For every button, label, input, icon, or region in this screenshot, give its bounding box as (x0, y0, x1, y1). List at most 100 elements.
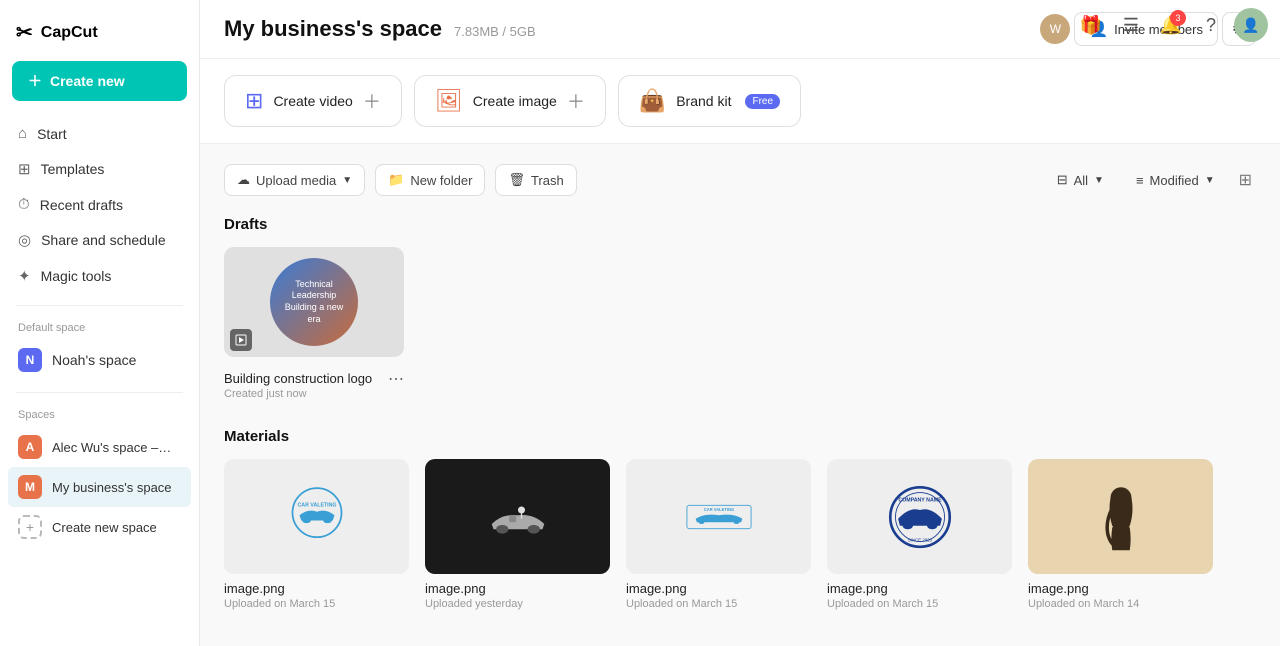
draft-options-button[interactable]: ⋯ (388, 369, 404, 389)
sidebar-item-my-business-space[interactable]: M My business's space (8, 467, 191, 507)
filter-actions-left: ☁ Upload media ▼ 📁 New folder 🗑 Trash (224, 164, 577, 196)
default-space-label: Default space (0, 318, 199, 340)
draft-type-badge (230, 329, 252, 351)
sidebar-item-recent-drafts-label: Recent drafts (40, 197, 123, 213)
brand-kit-card[interactable]: 👜 Brand kit Free (618, 75, 801, 127)
materials-title: Materials (224, 428, 1256, 445)
sidebar-item-magic-label: Magic tools (41, 268, 112, 284)
material-name-5: image.png (1028, 581, 1213, 596)
notification-area: 🔔 3 (1154, 8, 1188, 42)
content-area: ☁ Upload media ▼ 📁 New folder 🗑 Trash ⊟ … (200, 144, 1280, 646)
sidebar-divider-2 (16, 392, 183, 393)
alecs-space-label: Alec Wu's space – w... (52, 440, 172, 455)
all-chevron: ▼ (1094, 175, 1104, 186)
storage-info: 7.83MB / 5GB (454, 24, 536, 39)
material-date-4: Uploaded on March 15 (827, 598, 1012, 610)
material-card-2[interactable]: image.png Uploaded yesterday (425, 459, 610, 610)
trash-button[interactable]: 🗑 Trash (495, 164, 576, 196)
noahs-space-badge: N (18, 348, 42, 372)
free-badge: Free (745, 94, 780, 109)
material-name-3: image.png (626, 581, 811, 596)
draft-name: Building construction logo (224, 371, 372, 386)
sidebar-item-templates[interactable]: ⊞ Templates (8, 152, 191, 186)
badge-svg: COMPANY NAME SINCE 2020 (885, 482, 955, 552)
menu-button[interactable]: ☰ (1114, 8, 1148, 42)
material-card-4[interactable]: COMPANY NAME SINCE 2020 image.png Upload… (827, 459, 1012, 610)
draft-card-text: Building construction logo Created just … (224, 364, 372, 400)
material-date-1: Uploaded on March 15 (224, 598, 409, 610)
all-filter-button[interactable]: ⊟ All ▼ (1045, 165, 1116, 195)
sidebar-item-share-schedule[interactable]: ◎ Share and schedule (8, 223, 191, 257)
filter-bar: ☁ Upload media ▼ 📁 New folder 🗑 Trash ⊟ … (224, 164, 1256, 196)
sidebar-item-noahs-space[interactable]: N Noah's space (8, 340, 191, 380)
create-new-button[interactable]: ＋ Create new (12, 61, 187, 101)
upload-chevron: ▼ (342, 175, 352, 186)
create-video-card[interactable]: ⊞ Create video ＋ (224, 75, 402, 127)
share-icon: ◎ (18, 231, 31, 249)
svg-text:CAR VALETING: CAR VALETING (297, 502, 336, 508)
recent-drafts-icon: ⏱ (18, 196, 30, 213)
sort-icon: ≡ (1136, 173, 1144, 188)
material-name-2: image.png (425, 581, 610, 596)
app-name: CapCut (41, 24, 98, 42)
spaces-label: Spaces (0, 405, 199, 427)
create-space-plus-icon: + (18, 515, 42, 539)
gift-button[interactable]: 🎁 (1074, 8, 1108, 42)
svg-text:COMPANY NAME: COMPANY NAME (898, 497, 942, 503)
grid-view-button[interactable]: ⊞ (1235, 166, 1256, 194)
user-avatar[interactable]: 👤 (1234, 8, 1268, 42)
help-button[interactable]: ? (1194, 8, 1228, 42)
logo-icon: ✂ (16, 20, 33, 45)
sidebar: ✂ CapCut ＋ Create new ⌂ Start ⊞ Template… (0, 0, 200, 646)
car-valeting-text-svg: CAR VALETING (684, 482, 754, 552)
draft-date: Created just now (224, 388, 372, 400)
create-image-card[interactable]: 🖼 Create image ＋ (414, 75, 606, 127)
material-card-1[interactable]: CAR VALETING image.png Uploaded on March… (224, 459, 409, 610)
sidebar-nav: ⌂ Start ⊞ Templates ⏱ Recent drafts ◎ Sh… (0, 117, 199, 293)
sidebar-item-alecs-space[interactable]: A Alec Wu's space – w... (8, 427, 191, 467)
material-thumb-5 (1028, 459, 1213, 574)
trash-icon: 🗑 (508, 172, 525, 188)
modified-chevron: ▼ (1205, 175, 1215, 186)
create-image-plus: ＋ (567, 88, 585, 114)
material-card-5[interactable]: image.png Uploaded on March 14 (1028, 459, 1213, 610)
filter-icon: ⊟ (1057, 172, 1068, 188)
app-logo: ✂ CapCut (0, 12, 199, 61)
sidebar-item-share-label: Share and schedule (41, 232, 166, 248)
new-folder-label: New folder (410, 173, 472, 188)
magic-icon: ✦ (18, 267, 31, 285)
draft-thumbnail: TechnicalLeadershipBuilding a newera ⋯ (224, 247, 404, 357)
start-icon: ⌂ (18, 125, 27, 142)
create-video-plus: ＋ (363, 88, 381, 114)
filter-actions-right: ⊟ All ▼ ≡ Modified ▼ ⊞ (1045, 165, 1256, 195)
woman-silhouette-svg (1086, 482, 1156, 552)
sidebar-item-templates-label: Templates (41, 161, 105, 177)
drafts-grid: TechnicalLeadershipBuilding a newera ⋯ B… (224, 247, 1256, 400)
create-image-icon: 🖼 (435, 88, 463, 114)
action-toolbar: ⊞ Create video ＋ 🖼 Create image ＋ 👜 Bran… (200, 59, 1280, 144)
car-dark-svg (483, 482, 553, 552)
modified-label: Modified (1150, 173, 1199, 188)
modified-sort-button[interactable]: ≡ Modified ▼ (1124, 166, 1227, 195)
trash-label: Trash (531, 173, 564, 188)
upload-media-button[interactable]: ☁ Upload media ▼ (224, 164, 365, 196)
header-title-area: My business's space 7.83MB / 5GB (224, 16, 536, 42)
sidebar-item-start[interactable]: ⌂ Start (8, 117, 191, 150)
car-logo-svg-1: CAR VALETING (282, 482, 352, 552)
material-card-3[interactable]: CAR VALETING image.png Uploaded on March… (626, 459, 811, 610)
all-label: All (1074, 173, 1088, 188)
create-video-label: Create video (273, 93, 352, 109)
material-name-4: image.png (827, 581, 1012, 596)
material-thumb-2 (425, 459, 610, 574)
material-date-2: Uploaded yesterday (425, 598, 610, 610)
sidebar-item-start-label: Start (37, 126, 67, 142)
main-content: My business's space 7.83MB / 5GB W 👤 Inv… (200, 0, 1280, 646)
material-date-5: Uploaded on March 14 (1028, 598, 1213, 610)
draft-card[interactable]: TechnicalLeadershipBuilding a newera ⋯ B… (224, 247, 404, 400)
sidebar-item-recent-drafts[interactable]: ⏱ Recent drafts (8, 188, 191, 221)
create-new-space-item[interactable]: + Create new space (8, 507, 191, 547)
sidebar-item-magic-tools[interactable]: ✦ Magic tools (8, 259, 191, 293)
my-business-space-label: My business's space (52, 480, 172, 495)
folder-icon: 📁 (388, 172, 404, 188)
new-folder-button[interactable]: 📁 New folder (375, 164, 485, 196)
